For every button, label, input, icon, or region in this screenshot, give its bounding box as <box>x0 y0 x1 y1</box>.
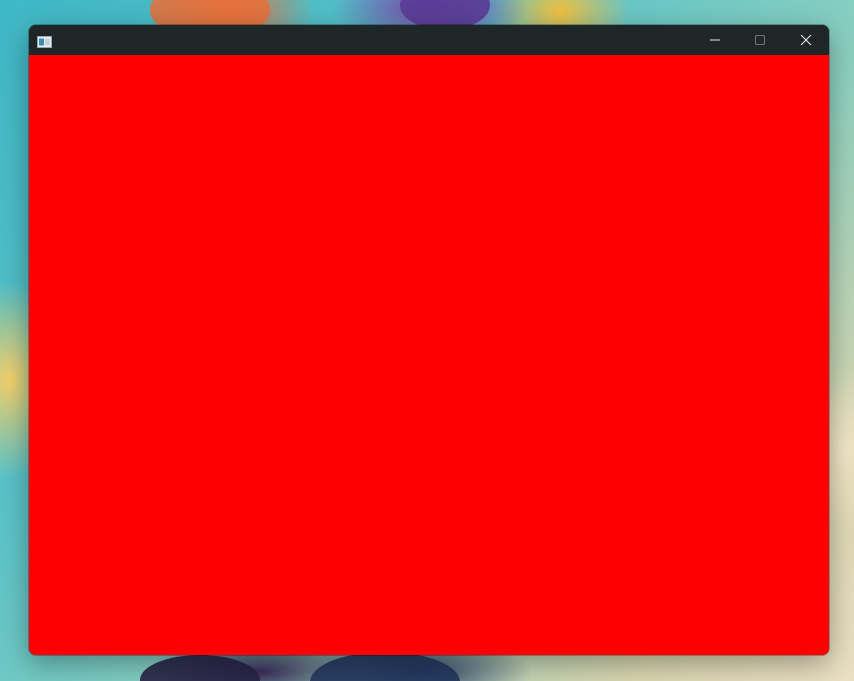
minimize-icon <box>709 34 721 46</box>
minimize-button[interactable] <box>692 25 738 55</box>
maximize-icon <box>754 34 766 46</box>
close-button[interactable] <box>783 25 829 55</box>
app-window-icon <box>37 33 52 48</box>
window-content-area[interactable] <box>29 55 829 655</box>
desktop-wallpaper <box>0 0 854 681</box>
wallpaper-art <box>140 655 260 681</box>
maximize-button[interactable] <box>737 25 783 55</box>
close-icon <box>800 34 812 46</box>
app-window <box>29 25 829 655</box>
wallpaper-art <box>310 652 460 681</box>
title-bar[interactable] <box>29 25 829 55</box>
